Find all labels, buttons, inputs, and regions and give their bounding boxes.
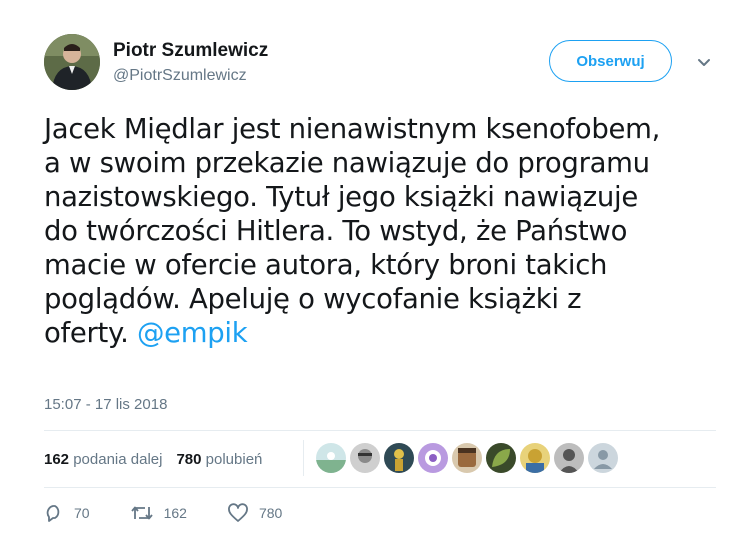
retweet-icon xyxy=(130,506,153,520)
reply-count: 70 xyxy=(74,505,90,521)
liker-avatar[interactable] xyxy=(520,443,550,473)
like-button[interactable]: 780 xyxy=(227,503,282,523)
tweet-actions: 70 162 780 xyxy=(44,503,322,523)
divider xyxy=(44,430,716,431)
avatar-default-egg-icon xyxy=(588,443,618,473)
liker-avatar[interactable] xyxy=(452,443,482,473)
avatar-purple-flower-icon xyxy=(418,443,448,473)
liker-avatar[interactable] xyxy=(384,443,414,473)
tweet-timestamp[interactable]: 15:07 - 17 lis 2018 xyxy=(44,396,167,413)
follow-button[interactable]: Obserwuj xyxy=(549,40,672,82)
avatar-face-bw-icon xyxy=(350,443,380,473)
avatar-person-bw-icon xyxy=(554,443,584,473)
tweet-stats: 162 podania dalej 780 polubień xyxy=(44,451,262,468)
retweet-count: 162 xyxy=(163,505,187,521)
like-count: 780 xyxy=(258,505,283,521)
author-avatar[interactable] xyxy=(44,34,100,90)
retweets-stat[interactable]: 162 podania dalej xyxy=(44,451,162,468)
avatar-landscape-icon xyxy=(316,443,346,473)
likes-stat-label: polubień xyxy=(205,451,263,468)
tweet-body: Jacek Międlar jest nienawistnym ksenofob… xyxy=(44,113,661,349)
author-handle[interactable]: @PiotrSzumlewicz xyxy=(113,67,247,85)
liker-avatar[interactable] xyxy=(486,443,516,473)
likes-stat-count: 780 xyxy=(176,451,202,468)
avatar-dark-figure-icon xyxy=(384,443,414,473)
author-name[interactable]: Piotr Szumlewicz xyxy=(113,40,268,62)
chevron-down-icon[interactable] xyxy=(697,58,711,68)
heart-icon xyxy=(228,503,248,522)
mention-link[interactable]: @empik xyxy=(137,317,248,349)
retweets-stat-count: 162 xyxy=(44,451,70,468)
retweets-stat-label: podania dalej xyxy=(73,451,163,468)
author-photo-icon xyxy=(44,34,100,90)
divider xyxy=(44,487,716,488)
liker-avatar[interactable] xyxy=(418,443,448,473)
liker-avatar[interactable] xyxy=(554,443,584,473)
stats-separator xyxy=(303,440,304,476)
tweet-text: Jacek Międlar jest nienawistnym ksenofob… xyxy=(44,112,724,350)
liker-avatar[interactable] xyxy=(316,443,346,473)
retweet-button[interactable]: 162 xyxy=(130,503,187,523)
likes-stat[interactable]: 780 polubień xyxy=(176,451,262,468)
liker-avatar[interactable] xyxy=(588,443,618,473)
avatar-colorful-icon xyxy=(520,443,550,473)
liker-avatars xyxy=(316,443,618,473)
avatar-green-leaf-icon xyxy=(486,443,516,473)
liker-avatar[interactable] xyxy=(350,443,380,473)
avatar-brown-dog-icon xyxy=(452,443,482,473)
reply-button[interactable]: 70 xyxy=(44,503,90,523)
reply-icon xyxy=(46,505,60,522)
